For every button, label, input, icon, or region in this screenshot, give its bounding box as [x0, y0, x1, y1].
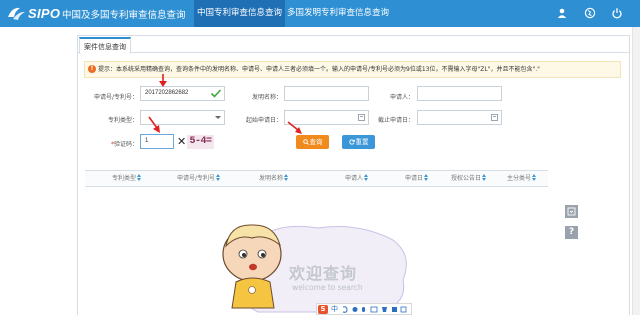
download-glyph: [567, 207, 576, 216]
clear-captcha-icon[interactable]: ✕: [177, 136, 186, 148]
column-header[interactable]: 申请号/专利号: [177, 171, 221, 186]
check-icon: [210, 89, 222, 98]
warning-icon: !: [88, 65, 96, 73]
sort-icon: [482, 174, 487, 181]
column-header[interactable]: 授权公告日: [451, 171, 487, 186]
captcha-label-text: 验证码：: [113, 141, 138, 148]
sort-icon: [364, 174, 369, 181]
sort-icon: [424, 174, 429, 181]
power-icon[interactable]: [611, 7, 623, 19]
welcome-subtitle: welcome to search: [292, 283, 363, 292]
column-header[interactable]: 专利类型: [112, 171, 142, 186]
tip-text: 提示：本系统采用精确查询，查询条件中的发明名称、申请号、申请人三者必须填一个。输…: [98, 66, 540, 73]
sogou-ime-icon[interactable]: S: [318, 305, 328, 314]
user-icon[interactable]: [556, 7, 568, 19]
site-title: 中国及多国专利审查信息查询: [62, 10, 186, 21]
search-icon: [302, 139, 309, 145]
search-button[interactable]: 查询: [296, 135, 329, 149]
search-button-label: 查询: [309, 138, 323, 146]
tab-multi-country-query[interactable]: 多国发明专利审查信息查询: [286, 0, 390, 27]
reset-button-label: 重置: [355, 138, 369, 146]
sipo-logo[interactable]: SIPO: [6, 4, 60, 23]
top-header: SIPO 中国及多国专利审查信息查询 中国专利审查信息查询 多国发明专利审查信息…: [0, 0, 640, 27]
start-date-label: 起始申请日：: [245, 117, 282, 124]
help-icon[interactable]: ?: [565, 226, 578, 239]
column-header[interactable]: 主分类号: [507, 171, 537, 186]
end-date-input[interactable]: [417, 110, 502, 125]
invention-name-label: 发明名称：: [251, 94, 282, 101]
welcome-title: 欢迎查询: [289, 264, 358, 283]
reset-button[interactable]: 重置: [342, 135, 375, 149]
tab-china-patent-query[interactable]: 中国专利审查信息查询: [194, 0, 285, 27]
ime-toolbar[interactable]: S 中: [316, 303, 412, 315]
results-table-header: 专利类型 申请号/专利号 发明名称 申请人 申请日 授权公告日 主分类号: [85, 170, 548, 187]
logo-text: SIPO: [28, 6, 61, 21]
patent-type-label: 专利类型：: [107, 117, 138, 124]
calendar-icon[interactable]: [491, 114, 498, 121]
sort-icon: [216, 174, 221, 181]
tab-case-info-query[interactable]: 案件信息查询: [79, 37, 131, 54]
app-no-input[interactable]: 2017202862682: [140, 86, 225, 101]
annotation-arrow: [159, 74, 167, 87]
refresh-icon: [348, 139, 355, 145]
captcha-label: *验证码：: [78, 139, 138, 148]
column-header[interactable]: 发明名称: [259, 171, 289, 186]
captcha-input[interactable]: 1: [140, 134, 174, 149]
annotation-arrow: [148, 116, 160, 133]
panel-tabbar: 案件信息查询: [78, 36, 629, 54]
applicant-input[interactable]: [417, 86, 502, 101]
ime-tool-icons[interactable]: [341, 306, 409, 313]
applicant-label: 申请人：: [389, 94, 414, 101]
page-scrollbar[interactable]: [632, 27, 640, 315]
captcha-image[interactable]: 5-4=: [187, 135, 214, 149]
app-no-label: 申请号/专利号：: [93, 94, 138, 101]
sort-icon: [532, 174, 537, 181]
download-icon[interactable]: [565, 205, 578, 218]
sort-icon: [284, 174, 289, 181]
sipo-logo-icon: [8, 7, 25, 20]
end-date-label: 截止申请日：: [377, 117, 414, 124]
annotation-arrow: [287, 121, 302, 134]
app-no-value: 2017202862682: [145, 90, 189, 96]
ime-mode-indicator[interactable]: 中: [331, 304, 338, 315]
column-header[interactable]: 申请日: [405, 171, 429, 186]
sort-icon: [137, 174, 142, 181]
chevron-down-icon: [215, 116, 221, 119]
globe-icon[interactable]: [584, 7, 596, 19]
column-header[interactable]: 申请人: [345, 171, 369, 186]
